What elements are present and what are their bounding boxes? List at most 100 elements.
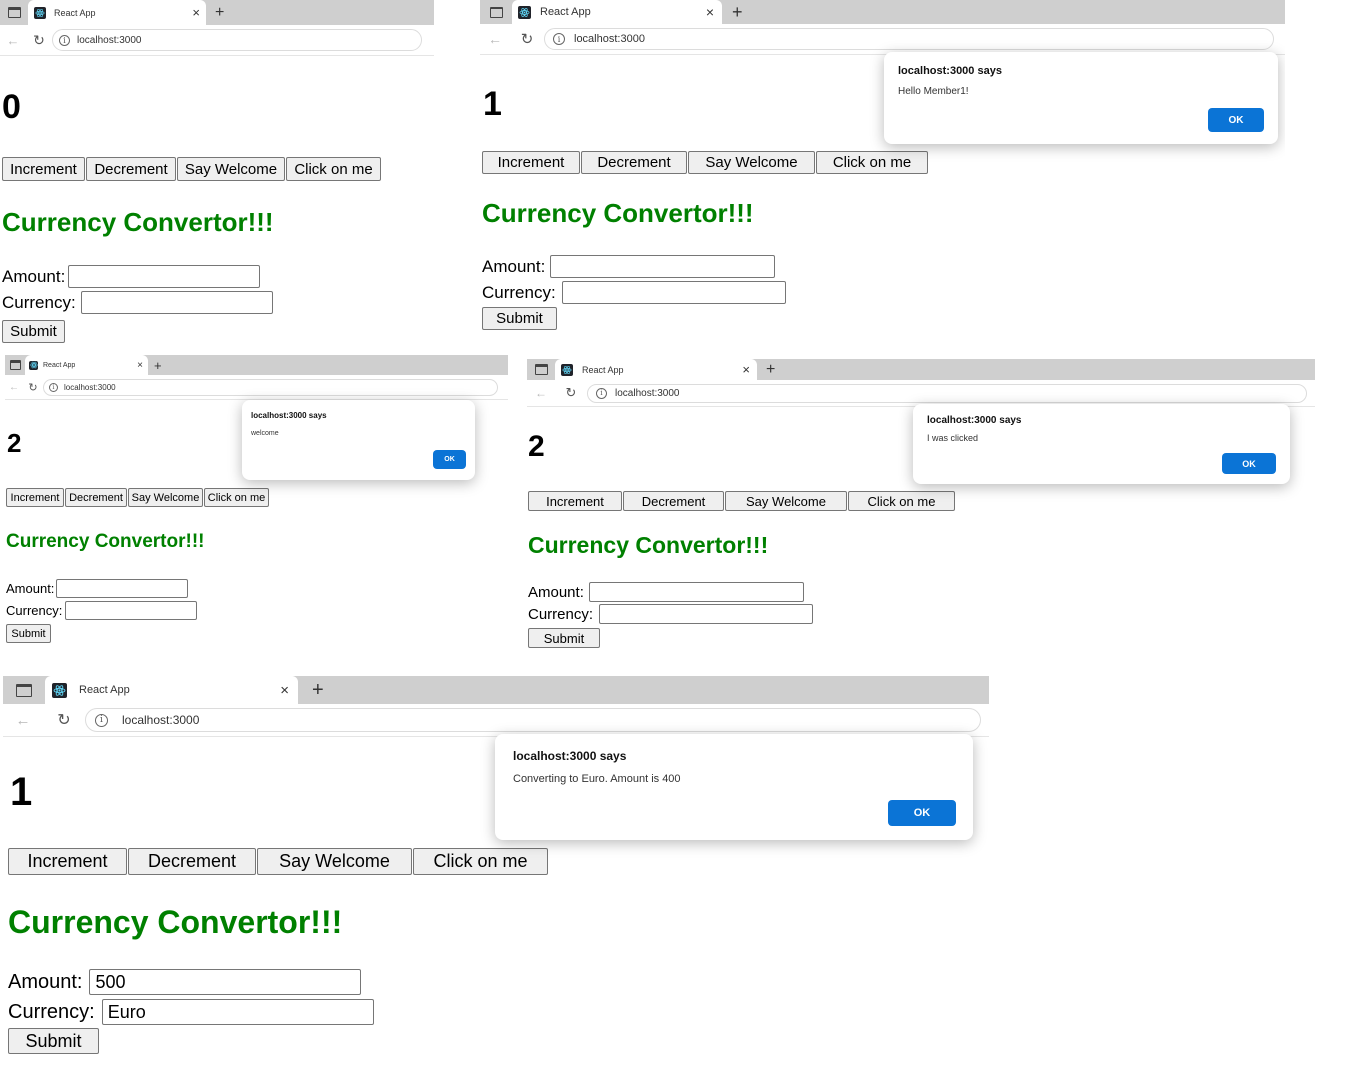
amount-input[interactable] (588, 582, 804, 602)
back-icon[interactable]: ← (3, 712, 43, 729)
react-favicon-icon (518, 5, 531, 19)
increment-button[interactable]: Increment (528, 491, 622, 511)
currency-row: Currency: (2, 291, 273, 314)
click-on-me-button[interactable]: Click on me (204, 488, 269, 507)
increment-button[interactable]: Increment (8, 848, 127, 875)
decrement-button[interactable]: Decrement (623, 491, 724, 511)
back-icon[interactable]: ← (480, 31, 510, 47)
counter-value: 2 (528, 430, 545, 463)
submit-button[interactable]: Submit (528, 628, 600, 648)
url-text: localhost:3000 (122, 713, 200, 727)
decrement-button[interactable]: Decrement (581, 151, 687, 174)
new-tab-icon[interactable]: + (215, 0, 224, 25)
close-icon[interactable]: × (280, 682, 289, 699)
new-tab-icon[interactable]: + (154, 355, 162, 375)
back-icon[interactable]: ← (0, 33, 26, 48)
converter-heading: Currency Convertor!!! (2, 207, 274, 237)
tab-title: React App (43, 361, 76, 369)
ok-button[interactable]: OK (1222, 453, 1276, 474)
url-field[interactable]: i localhost:3000 (52, 29, 422, 51)
reload-icon[interactable]: ↻ (26, 32, 52, 49)
increment-button[interactable]: Increment (482, 151, 580, 174)
react-favicon-icon (29, 360, 38, 370)
alert-dialog: localhost:3000 says I was clicked OK (913, 404, 1290, 484)
new-tab-icon[interactable]: + (732, 0, 743, 24)
decrement-button[interactable]: Decrement (86, 157, 176, 181)
click-on-me-button[interactable]: Click on me (848, 491, 955, 511)
react-favicon-icon (34, 6, 46, 19)
amount-row: Amount: (528, 582, 804, 602)
react-favicon-icon (52, 682, 67, 698)
reload-icon[interactable]: ↻ (510, 30, 544, 48)
click-on-me-button[interactable]: Click on me (413, 848, 548, 875)
back-icon[interactable]: ← (5, 382, 23, 393)
reload-icon[interactable]: ↻ (23, 381, 43, 394)
amount-input[interactable] (68, 265, 261, 288)
window-icon[interactable] (3, 676, 45, 704)
browser-tab[interactable]: React App × (28, 0, 206, 25)
url-text: localhost:3000 (77, 34, 142, 46)
browser-tab[interactable]: React App × (45, 676, 298, 704)
say-welcome-button[interactable]: Say Welcome (725, 491, 847, 511)
say-welcome-button[interactable]: Say Welcome (177, 157, 285, 181)
info-icon[interactable]: i (596, 387, 607, 399)
click-on-me-button[interactable]: Click on me (286, 157, 381, 181)
info-icon[interactable]: i (553, 33, 565, 45)
tab-strip: React App × + (3, 676, 989, 704)
button-row: Increment Decrement Say Welcome Click on… (8, 848, 549, 875)
info-icon[interactable]: i (59, 34, 70, 46)
info-icon[interactable]: i (95, 713, 108, 727)
alert-dialog: localhost:3000 says Hello Member1! OK (884, 52, 1278, 144)
say-welcome-button[interactable]: Say Welcome (688, 151, 815, 174)
submit-button[interactable]: Submit (6, 624, 51, 643)
url-field[interactable]: i localhost:3000 (587, 383, 1307, 403)
currency-input[interactable] (561, 281, 786, 304)
ok-button[interactable]: OK (888, 800, 956, 826)
url-field[interactable]: i localhost:3000 (43, 378, 498, 396)
amount-row: Amount: (6, 579, 189, 598)
info-icon[interactable]: i (49, 382, 58, 392)
url-field[interactable]: i localhost:3000 (544, 28, 1274, 50)
say-welcome-button[interactable]: Say Welcome (257, 848, 412, 875)
window-icon[interactable] (480, 0, 512, 24)
back-icon[interactable]: ← (527, 386, 555, 400)
say-welcome-button[interactable]: Say Welcome (128, 488, 203, 507)
browser-tab[interactable]: React App × (25, 355, 148, 375)
tab-title: React App (540, 6, 591, 18)
new-tab-icon[interactable]: + (312, 676, 324, 704)
browser-tab[interactable]: React App × (512, 0, 722, 24)
amount-input[interactable] (550, 255, 776, 278)
currency-input[interactable] (80, 291, 273, 314)
currency-input[interactable] (599, 604, 814, 624)
window-icon[interactable] (5, 355, 25, 375)
close-icon[interactable]: × (706, 4, 714, 20)
amount-input[interactable] (56, 579, 189, 598)
close-icon[interactable]: × (192, 5, 200, 20)
window-icon[interactable] (527, 359, 555, 380)
ok-button[interactable]: OK (1208, 108, 1264, 132)
submit-button[interactable]: Submit (2, 320, 65, 343)
currency-input[interactable] (65, 601, 198, 620)
close-icon[interactable]: × (137, 360, 143, 371)
window-icon[interactable] (0, 0, 28, 25)
counter-value: 1 (483, 85, 502, 123)
currency-label: Currency: (6, 603, 63, 618)
decrement-button[interactable]: Decrement (65, 488, 127, 507)
decrement-button[interactable]: Decrement (128, 848, 256, 875)
ok-button[interactable]: OK (433, 450, 466, 469)
increment-button[interactable]: Increment (6, 488, 64, 507)
currency-input[interactable]: Euro (101, 999, 374, 1025)
submit-button[interactable]: Submit (482, 307, 557, 330)
submit-button[interactable]: Submit (8, 1028, 99, 1054)
dialog-title: localhost:3000 says (251, 411, 327, 420)
new-tab-icon[interactable]: + (766, 359, 775, 380)
amount-input[interactable]: 500 (89, 969, 362, 995)
close-icon[interactable]: × (742, 362, 750, 377)
browser-tab[interactable]: React App × (555, 359, 757, 380)
currency-row: Currency: Euro (8, 999, 374, 1025)
reload-icon[interactable]: ↻ (43, 710, 85, 730)
reload-icon[interactable]: ↻ (555, 385, 587, 401)
click-on-me-button[interactable]: Click on me (816, 151, 928, 174)
url-field[interactable]: i localhost:3000 (85, 708, 981, 732)
increment-button[interactable]: Increment (2, 157, 85, 181)
